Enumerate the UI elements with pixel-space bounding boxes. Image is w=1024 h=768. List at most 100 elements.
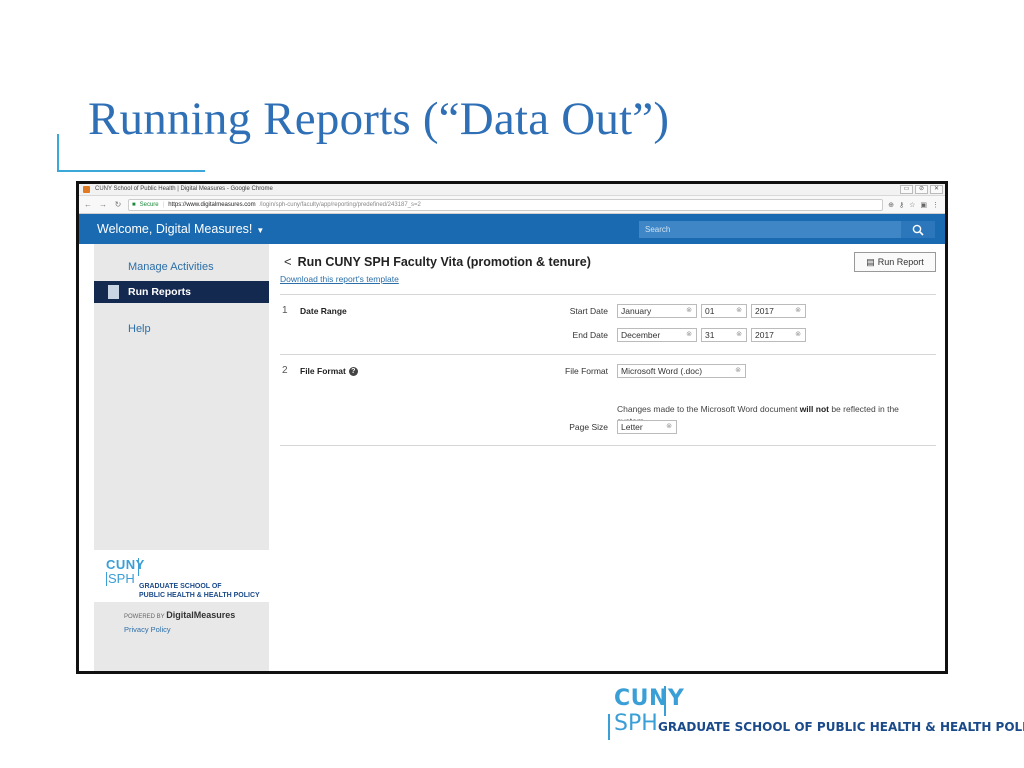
slide-title: Running Reports (“Data Out”) xyxy=(88,93,670,145)
app-screenshot: CUNY School of Public Health | Digital M… xyxy=(76,181,948,674)
section-number: 2 xyxy=(282,365,288,376)
start-day-select[interactable]: 01 ⊗ xyxy=(701,304,747,318)
minimize-button[interactable]: ▭ xyxy=(900,185,913,194)
app-body: Manage Activities Run Reports Help CUNY … xyxy=(79,244,945,671)
search-input[interactable] xyxy=(639,221,901,238)
powered-by-label: POWERED BY xyxy=(124,614,165,620)
app-header: Welcome, Digital Measures! ▼ xyxy=(79,214,945,244)
title-accent-rule xyxy=(57,134,59,172)
report-icon: ▤ xyxy=(866,256,875,267)
logo-cuny-text: CUNY xyxy=(106,557,145,572)
sidebar-item-manage-activities[interactable]: Manage Activities xyxy=(94,256,269,278)
clear-icon[interactable]: ⊗ xyxy=(736,329,742,341)
lock-icon: ■ xyxy=(132,201,136,208)
end-month-value: December xyxy=(621,330,661,340)
window-title: CUNY School of Public Health | Digital M… xyxy=(95,186,273,192)
clear-icon[interactable]: ⊗ xyxy=(686,305,692,317)
clear-icon[interactable]: ⊗ xyxy=(736,305,742,317)
page-size-value: Letter xyxy=(621,422,643,432)
clear-icon[interactable]: ⊗ xyxy=(735,365,741,377)
clear-icon[interactable]: ⊗ xyxy=(686,329,692,341)
cuny-sph-logo: CUNY SPH GRADUATE SCHOOL OF PUBLIC HEALT… xyxy=(608,684,1024,744)
sidebar: Manage Activities Run Reports Help CUNY … xyxy=(94,244,269,671)
run-report-button[interactable]: ▤ Run Report xyxy=(854,252,936,272)
extension-icon[interactable]: ▣ xyxy=(920,201,927,209)
logo-school-line-2: PUBLIC HEALTH & HEALTH POLICY xyxy=(139,592,260,599)
clear-icon[interactable]: ⊗ xyxy=(795,329,801,341)
caret-down-icon: ▼ xyxy=(256,226,265,235)
file-format-value: Microsoft Word (.doc) xyxy=(621,366,703,376)
sidebar-footer: CUNY SPH GRADUATE SCHOOL OF PUBLIC HEALT… xyxy=(94,550,269,671)
digital-measures-brand: DigitalMeasures xyxy=(166,610,236,620)
search-button[interactable] xyxy=(901,221,935,238)
page-size-select[interactable]: Letter ⊗ xyxy=(617,420,677,434)
end-year-select[interactable]: 2017 ⊗ xyxy=(751,328,806,342)
report-title: < Run CUNY SPH Faculty Vita (promotion & … xyxy=(284,254,591,269)
logo-sph: SPH xyxy=(614,711,658,736)
section-number: 1 xyxy=(282,305,288,316)
browser-addressbar: ← → ↻ ■ Secure | https://www.digitalmeas… xyxy=(79,196,945,214)
end-day-select[interactable]: 31 ⊗ xyxy=(701,328,747,342)
back-chevron-icon[interactable]: < xyxy=(284,254,292,269)
download-template-link[interactable]: Download this report's template xyxy=(280,274,399,284)
file-format-section-text: File Format xyxy=(300,366,346,376)
sidebar-cuny-logo: CUNY SPH GRADUATE SCHOOL OF PUBLIC HEALT… xyxy=(94,550,269,602)
end-month-select[interactable]: December ⊗ xyxy=(617,328,697,342)
logo-school-name: GRADUATE SCHOOL OF PUBLIC HEALTH & HEALT… xyxy=(139,582,260,600)
clear-icon[interactable]: ⊗ xyxy=(795,305,801,317)
end-year-value: 2017 xyxy=(755,330,774,340)
sidebar-item-help[interactable]: Help xyxy=(94,318,269,340)
end-date-label: End Date xyxy=(572,330,608,340)
close-window-button[interactable]: ✕ xyxy=(930,185,943,194)
run-report-label: Run Report xyxy=(877,257,924,267)
end-day-value: 31 xyxy=(705,330,715,340)
favicon-icon xyxy=(83,186,90,193)
logo-vertical-bar xyxy=(664,686,666,716)
start-year-select[interactable]: 2017 ⊗ xyxy=(751,304,806,318)
window-controls: ▭ ⊘ ✕ xyxy=(900,185,943,194)
note-text-before: Changes made to the Microsoft Word docum… xyxy=(617,404,800,414)
help-icon[interactable]: ? xyxy=(348,367,358,377)
divider xyxy=(280,445,936,446)
user-menu[interactable]: Welcome, Digital Measures! ▼ xyxy=(79,222,264,236)
star-icon[interactable]: ☆ xyxy=(909,201,915,209)
start-year-value: 2017 xyxy=(755,306,774,316)
sidebar-item-run-reports[interactable]: Run Reports xyxy=(94,281,269,303)
url-path: /login/sph-cuny/faculty/app/reporting/pr… xyxy=(259,201,421,208)
section-label-date-range: Date Range xyxy=(300,306,347,316)
divider xyxy=(280,354,936,355)
section-label-file-format: File Format? xyxy=(300,366,358,377)
logo-bar xyxy=(138,558,139,576)
document-icon xyxy=(108,285,119,299)
logo-left-bar xyxy=(608,714,610,740)
divider xyxy=(280,294,936,295)
key-icon[interactable]: ⚷ xyxy=(899,201,904,209)
maximize-button[interactable]: ⊘ xyxy=(915,185,928,194)
logo-cuny: CUNY xyxy=(614,686,685,711)
browser-titlebar: CUNY School of Public Health | Digital M… xyxy=(79,184,945,196)
title-underline-rule xyxy=(57,170,205,172)
zoom-icon[interactable]: ⊕ xyxy=(888,201,894,209)
file-format-select[interactable]: Microsoft Word (.doc) ⊗ xyxy=(617,364,746,378)
url-bar[interactable]: ■ Secure | https://www.digitalmeasures.c… xyxy=(128,198,884,211)
clear-icon[interactable]: ⊗ xyxy=(666,421,672,433)
browser-toolbar-icons: ⊕ ⚷ ☆ ▣ ⋮ xyxy=(888,201,945,209)
sidebar-item-label: Run Reports xyxy=(128,286,191,298)
secure-label: Secure xyxy=(139,201,159,208)
start-month-select[interactable]: January ⊗ xyxy=(617,304,697,318)
forward-arrow-icon[interactable]: → xyxy=(98,200,108,209)
menu-dots-icon[interactable]: ⋮ xyxy=(932,201,939,209)
welcome-text: Welcome, Digital Measures! xyxy=(97,222,253,236)
reload-icon[interactable]: ↻ xyxy=(113,200,123,209)
privacy-policy-link[interactable]: Privacy Policy xyxy=(124,625,171,634)
start-date-label: Start Date xyxy=(569,306,608,316)
page-size-label: Page Size xyxy=(569,422,608,432)
logo-school-line-1: GRADUATE SCHOOL OF xyxy=(139,583,222,590)
report-title-text: Run CUNY SPH Faculty Vita (promotion & t… xyxy=(297,255,591,269)
search-icon xyxy=(912,224,924,236)
powered-by: POWERED BY DigitalMeasures xyxy=(124,610,235,620)
url-domain: https://www.digitalmeasures.com xyxy=(168,201,256,208)
logo-school-text: GRADUATE SCHOOL OF PUBLIC HEALTH & HEALT… xyxy=(658,720,1024,734)
back-arrow-icon[interactable]: ← xyxy=(83,200,93,209)
report-panel: < Run CUNY SPH Faculty Vita (promotion & … xyxy=(280,244,936,671)
